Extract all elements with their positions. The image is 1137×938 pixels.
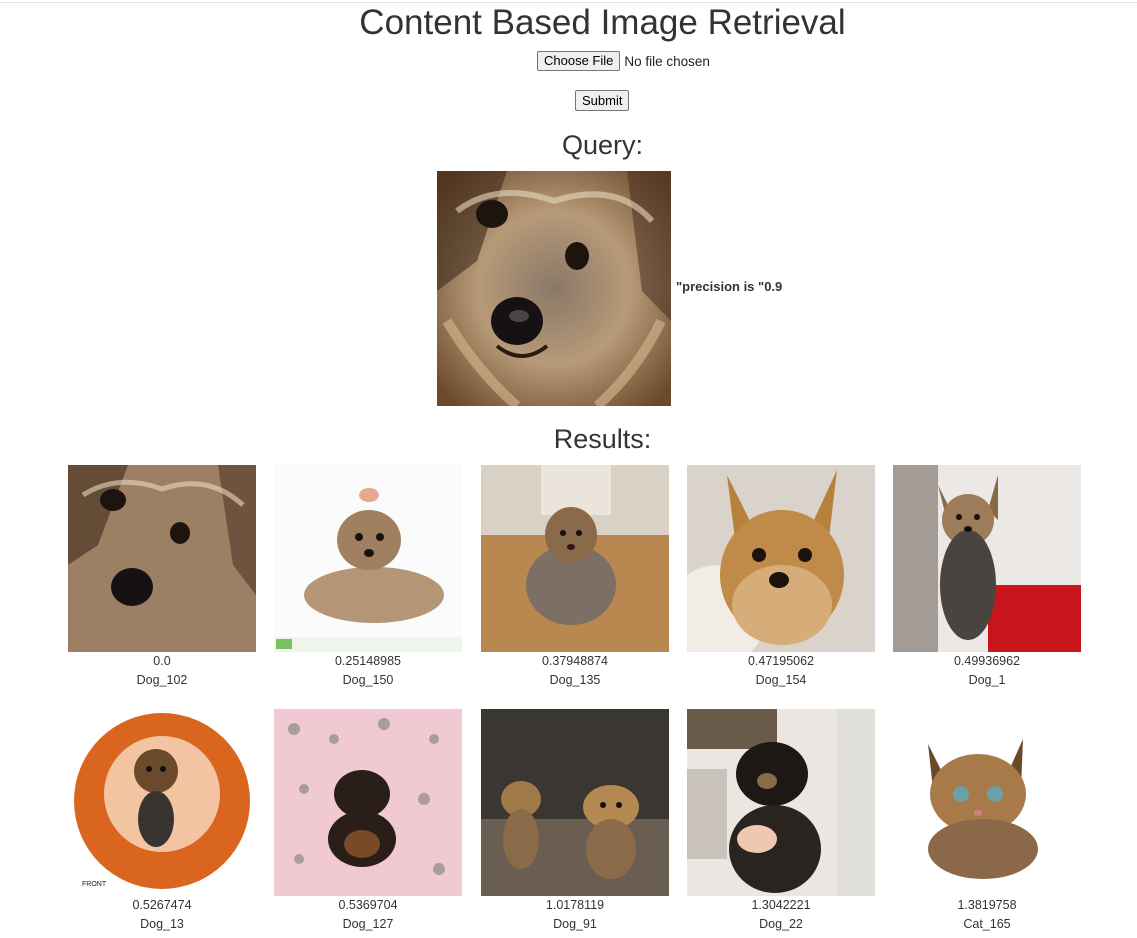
file-upload: Choose File No file chosen bbox=[537, 51, 710, 71]
result-score: 0.49936962 bbox=[953, 654, 1021, 668]
result-card: FRONT 0.5267474 Dog_13 bbox=[68, 709, 256, 934]
result-image[interactable] bbox=[481, 709, 669, 896]
result-label: Dog_154 bbox=[755, 673, 807, 687]
result-score: 0.25148985 bbox=[334, 654, 402, 668]
result-label: Dog_13 bbox=[140, 917, 184, 931]
result-image[interactable] bbox=[481, 465, 669, 652]
result-image[interactable] bbox=[687, 465, 875, 652]
submit-button[interactable]: Submit bbox=[575, 90, 630, 111]
page-title: Content Based Image Retrieval bbox=[359, 3, 846, 42]
precision-text: "precision is "0.9 bbox=[676, 279, 783, 294]
result-label: Dog_150 bbox=[342, 673, 394, 687]
result-card: 0.49936962 Dog_1 bbox=[893, 465, 1081, 690]
result-card: 1.0178119 Dog_91 bbox=[481, 709, 669, 934]
query-heading: Query: bbox=[561, 130, 644, 160]
result-image[interactable] bbox=[274, 709, 462, 896]
results-heading: Results: bbox=[553, 424, 652, 454]
result-score: 1.3819758 bbox=[957, 898, 1017, 912]
result-card: 0.25148985 Dog_150 bbox=[274, 465, 462, 690]
result-card: 0.47195062 Dog_154 bbox=[687, 465, 875, 690]
result-score: 1.3042221 bbox=[751, 898, 811, 912]
result-card: 1.3042221 Dog_22 bbox=[687, 709, 875, 934]
query-image bbox=[437, 171, 671, 406]
result-label: Cat_165 bbox=[963, 917, 1011, 931]
result-card: 1.3819758 Cat_165 bbox=[893, 709, 1081, 934]
result-image[interactable] bbox=[893, 709, 1081, 896]
result-image[interactable]: FRONT bbox=[68, 709, 256, 896]
result-card: 0.5369704 Dog_127 bbox=[274, 709, 462, 934]
result-score: 0.37948874 bbox=[541, 654, 609, 668]
file-status-text: No file chosen bbox=[624, 53, 710, 69]
result-label: Dog_127 bbox=[342, 917, 394, 931]
result-image[interactable] bbox=[687, 709, 875, 896]
result-image[interactable] bbox=[68, 465, 256, 652]
result-label: Dog_135 bbox=[549, 673, 601, 687]
result-score: 0.0 bbox=[153, 654, 171, 668]
result-label: Dog_1 bbox=[968, 673, 1006, 687]
result-label: Dog_91 bbox=[553, 917, 597, 931]
result-card: 0.0 Dog_102 bbox=[68, 465, 256, 690]
result-score: 0.47195062 bbox=[747, 654, 815, 668]
result-score: 1.0178119 bbox=[545, 898, 605, 912]
result-label: Dog_102 bbox=[136, 673, 188, 687]
result-image[interactable] bbox=[274, 465, 462, 652]
result-label: Dog_22 bbox=[759, 917, 803, 931]
result-card: 0.37948874 Dog_135 bbox=[481, 465, 669, 690]
result-image-caption: FRONT bbox=[82, 881, 107, 888]
result-image[interactable] bbox=[893, 465, 1081, 652]
result-score: 0.5267474 bbox=[132, 898, 192, 912]
result-score: 0.5369704 bbox=[338, 898, 398, 912]
choose-file-button[interactable]: Choose File bbox=[537, 51, 621, 71]
